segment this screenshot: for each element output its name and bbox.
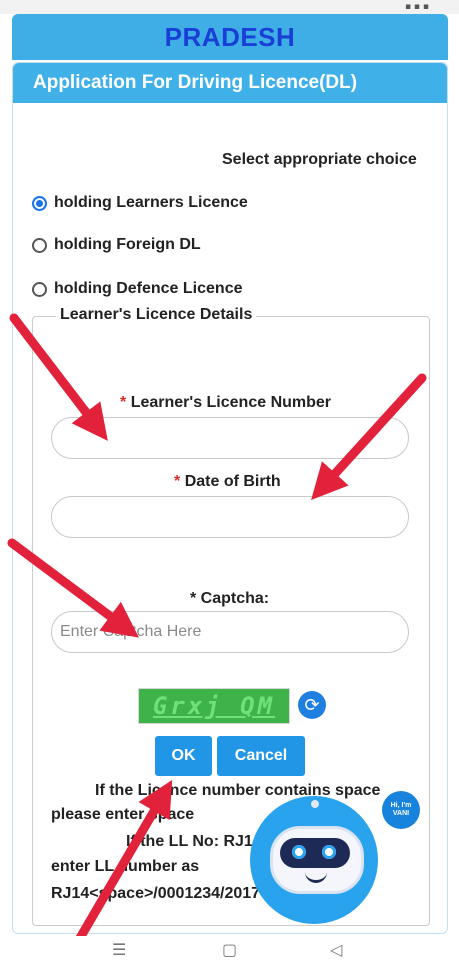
system-nav-bar: ☰ ▢ ◁ [0,936,459,962]
home-icon[interactable]: ▢ [222,940,237,959]
arrow-to-dob [311,373,427,500]
annotation-arrows [7,313,427,962]
recents-icon[interactable]: ☰ [112,940,126,959]
back-icon[interactable]: ◁ [330,940,342,959]
arrow-to-captcha [7,538,139,638]
arrow-to-ll-number [9,313,108,441]
